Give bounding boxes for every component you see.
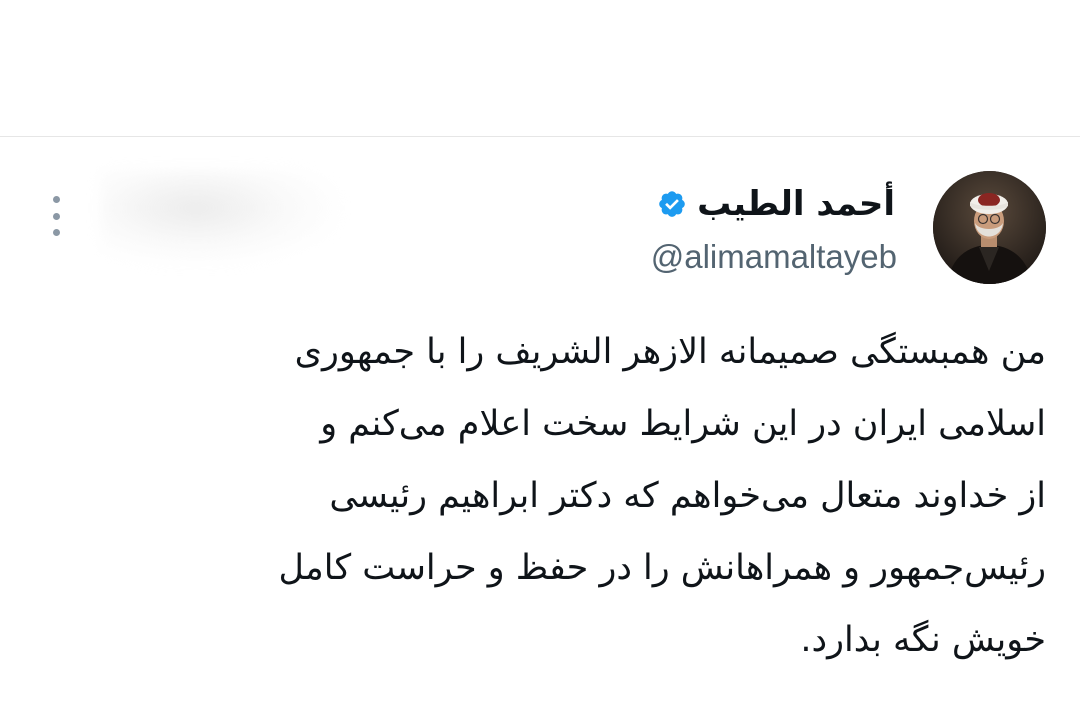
top-blank-area	[0, 0, 1080, 136]
more-options-button[interactable]	[44, 196, 68, 236]
author-name-row[interactable]: أحمد الطيب	[657, 180, 895, 228]
tweet-text-line: از خداوند متعال می‌خواهم که دکتر ابراهیم…	[329, 476, 1046, 516]
more-options-icon	[52, 196, 60, 203]
tweet-text: من همبستگی صمیمانه الازهر الشریف را با ج…	[80, 316, 1046, 676]
divider	[0, 136, 1080, 137]
author-display-name[interactable]: أحمد الطيب	[697, 180, 895, 228]
tweet-text-line: رئیس‌جمهور و همراهانش را در حفظ و حراست …	[278, 548, 1046, 588]
more-options-icon-dot	[52, 229, 60, 236]
verified-badge-icon	[657, 189, 687, 219]
more-options-icon-dot	[52, 212, 60, 220]
tweet-text-line: اسلامی ایران در این شرایط سخت اعلام می‌ک…	[320, 404, 1046, 444]
avatar[interactable]	[933, 171, 1046, 284]
tweet-text-line: من همبستگی صمیمانه الازهر الشریف را با ج…	[294, 332, 1046, 372]
tweet-text-line: خویش نگه بدارد.	[800, 620, 1046, 660]
blurred-region	[100, 170, 340, 265]
author-handle[interactable]: @alimamaltayeb	[651, 234, 897, 280]
profile-avatar	[933, 171, 1046, 284]
